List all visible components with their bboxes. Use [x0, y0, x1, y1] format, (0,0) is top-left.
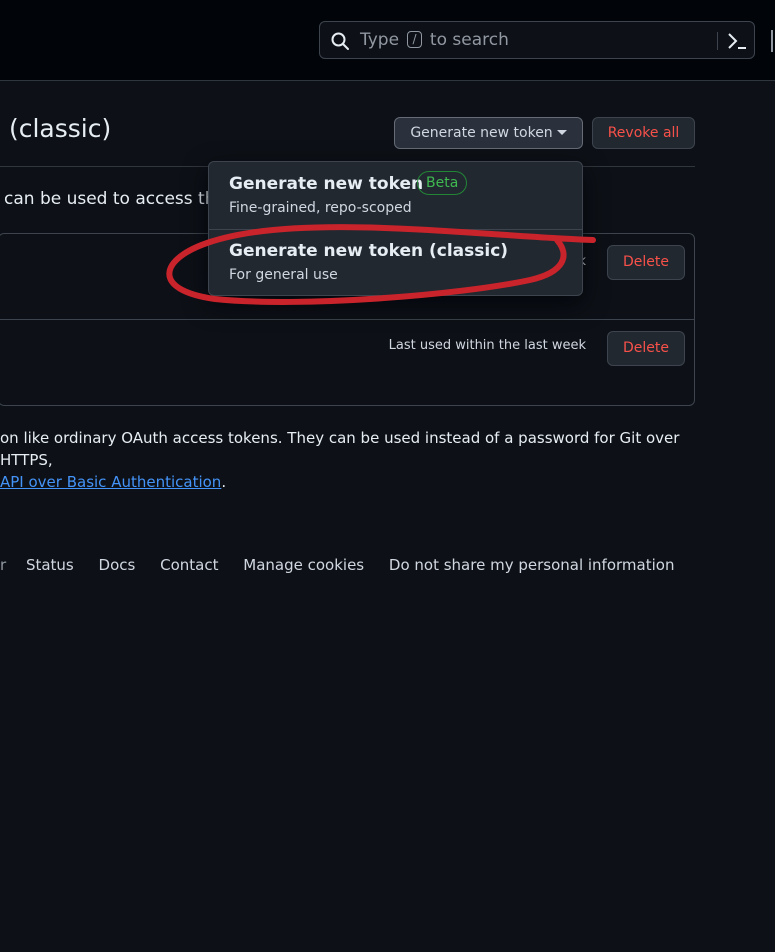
footer-link-manage-cookies[interactable]: Manage cookies — [243, 556, 364, 574]
header-divider — [771, 30, 773, 52]
search-placeholder-after: to search — [429, 30, 509, 50]
row-divider — [0, 319, 694, 320]
beta-badge: Beta — [417, 171, 468, 195]
footer-link-contact[interactable]: Contact — [160, 556, 218, 574]
footnote-period: . — [221, 473, 227, 491]
search-icon — [331, 32, 349, 50]
caret-down-icon — [556, 130, 567, 135]
footer-stub: r — [0, 556, 7, 574]
menu-item-title: Generate new token — [229, 174, 424, 194]
menu-item-subtitle: Fine-grained, repo-scoped — [229, 200, 412, 216]
search-input[interactable]: Type / to search — [319, 21, 755, 59]
footer-links: r Status Docs Contact Manage cookies Do … — [0, 556, 694, 574]
footnote: on like ordinary OAuth access tokens. Th… — [0, 427, 700, 493]
footer-link-docs[interactable]: Docs — [99, 556, 136, 574]
page-title: s (classic) — [0, 114, 112, 143]
generate-token-dropdown: Generate new token Beta Fine-grained, re… — [208, 161, 583, 296]
footnote-text: on like ordinary OAuth access tokens. Th… — [0, 429, 680, 469]
command-palette-icon[interactable] — [726, 30, 748, 52]
basic-auth-link[interactable]: API over Basic Authentication — [0, 473, 221, 491]
revoke-all-button[interactable]: Revoke all — [592, 117, 695, 149]
search-placeholder-before: Type — [360, 30, 400, 50]
intro-text: can be used to access the — [4, 189, 226, 209]
menu-item-fine-grained-token[interactable]: Generate new token Beta Fine-grained, re… — [209, 162, 582, 230]
menu-item-subtitle: For general use — [229, 267, 338, 283]
footer-link-do-not-share[interactable]: Do not share my personal information — [389, 556, 675, 574]
delete-token-button[interactable]: Delete — [607, 331, 685, 366]
token-last-used: Last used within the last week — [388, 338, 586, 353]
generate-new-token-label: Generate new token — [410, 125, 553, 141]
top-header: Type / to search — [0, 0, 775, 81]
search-shortcut-key: / — [407, 31, 422, 48]
delete-token-button[interactable]: Delete — [607, 245, 685, 280]
search-placeholder: Type / to search — [360, 30, 509, 50]
generate-new-token-button[interactable]: Generate new token — [394, 117, 583, 149]
menu-item-title: Generate new token (classic) — [229, 241, 509, 261]
search-separator — [717, 32, 718, 50]
footer-link-status[interactable]: Status — [26, 556, 74, 574]
menu-item-classic-token[interactable]: Generate new token (classic) For general… — [209, 229, 582, 296]
